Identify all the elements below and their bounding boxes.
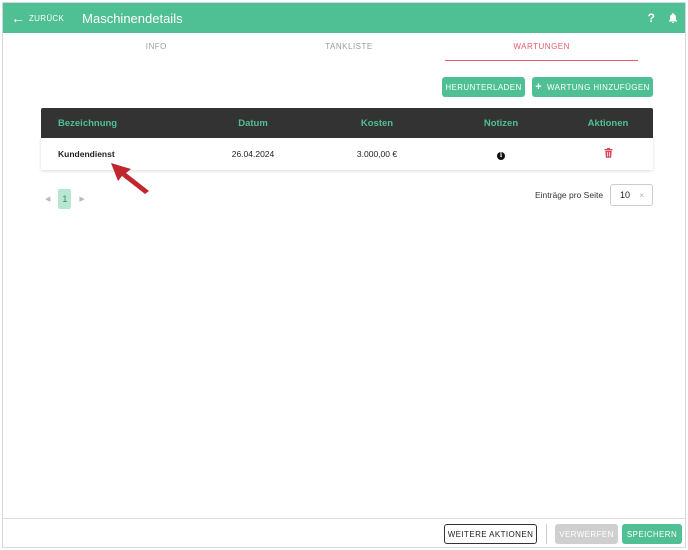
per-page-label: Einträge pro Seite	[535, 190, 604, 200]
column-header-notizen: Notizen	[483, 117, 519, 129]
info-icon[interactable]: i	[497, 151, 505, 160]
more-actions-label: WEITERE AKTIONEN	[447, 529, 534, 539]
save-button[interactable]: SPEICHERN	[622, 524, 682, 544]
arrow-left-icon: ←	[11, 10, 25, 26]
table-header: Bezeichnung Datum Kosten Notizen Aktione…	[41, 108, 653, 138]
column-header-aktionen: Aktionen	[587, 117, 629, 129]
add-maintenance-label: WARTUNG HINZUFÜGEN	[547, 82, 650, 92]
tab-info[interactable]: INFO	[60, 37, 253, 61]
clear-icon[interactable]: ×	[639, 191, 644, 200]
help-icon[interactable]: ?	[648, 11, 655, 25]
footer-divider	[546, 524, 547, 544]
cell-actions	[563, 148, 653, 160]
download-button-label: HERUNTERLADEN	[445, 82, 522, 92]
next-page-icon[interactable]: ▶	[79, 195, 84, 203]
add-maintenance-button[interactable]: + WARTUNG HINZUFÜGEN	[532, 77, 653, 97]
per-page-select[interactable]: 10 ×	[610, 184, 653, 206]
pagination: ◀ 1 ▶	[45, 189, 85, 209]
per-page-value: 10	[620, 190, 631, 200]
plus-icon: +	[535, 81, 543, 93]
prev-page-icon[interactable]: ◀	[45, 195, 50, 203]
column-header-kosten[interactable]: Kosten	[315, 118, 439, 129]
back-label: ZURÜCK	[29, 13, 65, 23]
cell-notes: i	[439, 149, 563, 160]
tab-tankliste[interactable]: TANKLISTE	[253, 37, 446, 61]
app-header: ← ZURÜCK Maschinendetails ?	[3, 3, 685, 33]
column-header-bezeichnung[interactable]: Bezeichnung	[41, 118, 191, 129]
page-number-button[interactable]: 1	[58, 189, 72, 209]
column-header-datum[interactable]: Datum	[191, 118, 315, 129]
save-label: SPEICHERN	[626, 529, 678, 539]
discard-button[interactable]: VERWERFEN	[555, 524, 618, 544]
cell-cost: 3.000,00 €	[356, 149, 398, 159]
trash-icon[interactable]	[604, 148, 613, 158]
back-button[interactable]: ← ZURÜCK	[11, 11, 64, 25]
footer-bar: WEITERE AKTIONEN VERWERFEN SPEICHERN	[3, 518, 685, 547]
cell-name[interactable]: Kundendienst	[41, 149, 191, 159]
annotation-arrow-icon	[111, 163, 149, 194]
app-window: ← ZURÜCK Maschinendetails ? INFO TANKLIS…	[2, 2, 686, 548]
cell-date: 26.04.2024	[231, 149, 275, 159]
discard-label: VERWERFEN	[559, 529, 614, 539]
header-actions: ?	[648, 11, 679, 25]
bell-icon[interactable]	[667, 12, 679, 24]
more-actions-button[interactable]: WEITERE AKTIONEN	[444, 524, 537, 544]
download-button[interactable]: HERUNTERLADEN	[442, 77, 525, 97]
page-title: Maschinendetails	[82, 10, 183, 26]
tab-bar: INFO TANKLISTE WARTUNGEN	[60, 37, 639, 61]
tab-wartungen[interactable]: WARTUNGEN	[445, 37, 639, 61]
